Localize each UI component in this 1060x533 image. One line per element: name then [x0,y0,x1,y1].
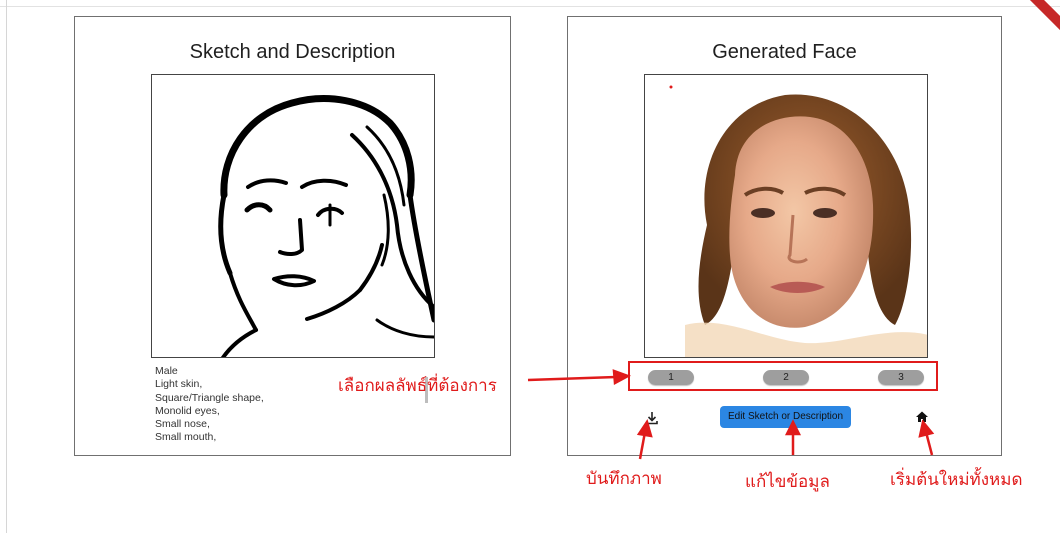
description-line: Square/Triangle shape, [155,391,264,404]
annotation-restart: เริ่มต้นใหม่ทั้งหมด [890,470,1023,489]
sketch-image [151,74,435,358]
annotation-edit-data: แก้ไขข้อมูล [745,472,830,491]
window-top-border [0,0,1060,7]
edit-sketch-button[interactable]: Edit Sketch or Description [720,406,851,428]
download-icon[interactable] [644,410,660,426]
sketch-drawing [218,95,434,357]
home-icon[interactable] [914,409,930,425]
generated-face-image [644,74,928,358]
annotation-select-result: เลือกผลลัพธ์ที่ต้องการ [338,376,497,395]
face-render [645,75,927,357]
generated-panel-title: Generated Face [712,41,857,63]
description-line: Male [155,365,178,377]
annotation-save-image: บันทึกภาพ [586,469,662,488]
description-line: Monolid eyes, [155,404,220,417]
sketch-panel-title: Sketch and Description [189,41,396,63]
description-line: Small nose, [155,418,210,431]
description-line: Light skin, [155,378,203,391]
result-selection-highlight [628,361,938,391]
window-left-border [0,0,7,533]
description-text: Male Light skin, Square/Triangle shape, … [155,365,264,445]
description-line: Small mouth, [155,431,217,444]
